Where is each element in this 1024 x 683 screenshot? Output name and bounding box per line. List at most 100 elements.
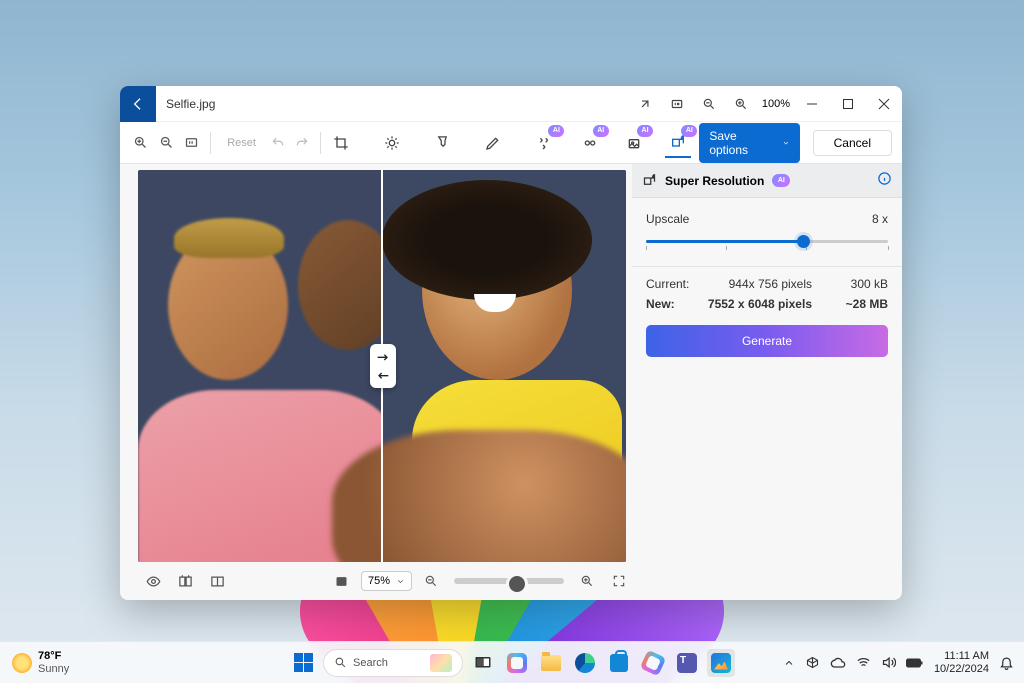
onedrive-icon[interactable] bbox=[805, 655, 820, 670]
notifications-icon[interactable] bbox=[999, 655, 1014, 670]
upscale-value: 8 x bbox=[872, 212, 888, 226]
edge-button[interactable] bbox=[571, 649, 599, 677]
markup-icon[interactable] bbox=[481, 128, 506, 158]
taskbar: 78°F Sunny Search 11:11 AM 10/22/2024 bbox=[0, 641, 1024, 683]
background-toggle-icon[interactable] bbox=[329, 568, 355, 594]
battery-icon[interactable] bbox=[906, 657, 924, 669]
current-size: 300 kB bbox=[836, 277, 888, 291]
compare-icon[interactable] bbox=[172, 568, 198, 594]
zoom-value-label: 75% bbox=[368, 575, 390, 587]
condition-label: Sunny bbox=[38, 663, 69, 675]
erase-icon[interactable]: AI bbox=[532, 128, 558, 158]
save-options-button[interactable]: Save options bbox=[699, 123, 799, 163]
titlebar: Selfie.jpg 100% bbox=[120, 86, 902, 122]
fit-screen-icon[interactable] bbox=[630, 89, 660, 119]
sun-icon bbox=[12, 653, 32, 673]
clock[interactable]: 11:11 AM 10/22/2024 bbox=[934, 650, 989, 675]
search-highlight-icon bbox=[430, 654, 452, 672]
ai-badge: AI bbox=[637, 125, 653, 137]
swap-arrows-icon bbox=[375, 354, 391, 366]
new-label: New: bbox=[646, 297, 706, 311]
zoom-in-tool-icon[interactable] bbox=[130, 130, 151, 156]
content-area: 75% Super Resolution AI Upscale 8 x bbox=[120, 164, 902, 600]
filter-icon[interactable] bbox=[430, 128, 455, 158]
fit-tool-icon[interactable] bbox=[181, 130, 202, 156]
panel-title: Super Resolution bbox=[665, 174, 764, 188]
time-label: 11:11 AM bbox=[934, 650, 989, 663]
volume-icon[interactable] bbox=[881, 655, 896, 670]
back-button[interactable] bbox=[120, 86, 156, 122]
zoom-slider[interactable] bbox=[454, 578, 564, 584]
taskbar-center: Search bbox=[289, 649, 735, 677]
panel-header: Super Resolution AI bbox=[632, 164, 902, 198]
maximize-button[interactable] bbox=[830, 89, 866, 119]
start-button[interactable] bbox=[289, 649, 317, 677]
crop-icon[interactable] bbox=[328, 128, 353, 158]
search-placeholder: Search bbox=[353, 657, 388, 669]
photos-app-window: Selfie.jpg 100% Reset bbox=[120, 86, 902, 600]
zoom-percent-label: 100% bbox=[758, 98, 794, 110]
chevron-down-icon bbox=[782, 138, 790, 148]
weather-widget[interactable]: 78°F Sunny bbox=[12, 650, 69, 674]
restyle-icon[interactable]: AI bbox=[621, 128, 647, 158]
chevron-down-icon bbox=[396, 577, 405, 586]
upscale-slider[interactable] bbox=[646, 232, 888, 250]
ai-badge: AI bbox=[772, 174, 790, 187]
upscale-slider-thumb[interactable] bbox=[797, 235, 810, 248]
search-icon bbox=[334, 656, 347, 669]
cancel-button[interactable]: Cancel bbox=[813, 130, 892, 156]
zoom-in-icon[interactable] bbox=[726, 89, 756, 119]
wifi-icon[interactable] bbox=[856, 655, 871, 670]
split-view-icon[interactable] bbox=[204, 568, 230, 594]
zoom-out-tool-icon[interactable] bbox=[155, 130, 176, 156]
copilot-app-button[interactable] bbox=[639, 649, 667, 677]
zoom-in-canvas-icon[interactable] bbox=[574, 568, 600, 594]
swap-arrows-icon bbox=[375, 367, 391, 379]
zoom-out-icon[interactable] bbox=[694, 89, 724, 119]
temperature-label: 78°F bbox=[38, 650, 69, 662]
image-canvas[interactable] bbox=[138, 170, 626, 562]
cloud-icon[interactable] bbox=[830, 655, 846, 671]
copilot-button[interactable] bbox=[503, 649, 531, 677]
generate-button[interactable]: Generate bbox=[646, 325, 888, 357]
photos-button[interactable] bbox=[707, 649, 735, 677]
ai-badge: AI bbox=[681, 125, 697, 137]
info-icon[interactable] bbox=[877, 171, 892, 191]
file-explorer-button[interactable] bbox=[537, 649, 565, 677]
store-button[interactable] bbox=[605, 649, 633, 677]
redo-icon[interactable] bbox=[292, 130, 312, 156]
actual-size-icon[interactable] bbox=[662, 89, 692, 119]
super-resolution-icon[interactable]: AI bbox=[665, 128, 691, 158]
panel-body: Upscale 8 x Current: 944x 756 pixels 300… bbox=[632, 198, 902, 357]
background-blur-icon[interactable]: AI bbox=[576, 128, 602, 158]
compare-handle[interactable] bbox=[370, 344, 396, 388]
adjust-icon[interactable] bbox=[379, 128, 404, 158]
minimize-button[interactable] bbox=[794, 89, 830, 119]
teams-button[interactable] bbox=[673, 649, 701, 677]
edit-toolbar: Reset AI AI AI AI Save bbox=[120, 122, 902, 164]
super-resolution-panel: Super Resolution AI Upscale 8 x Current: bbox=[632, 164, 902, 600]
undo-icon[interactable] bbox=[268, 130, 288, 156]
ai-badge: AI bbox=[593, 125, 609, 137]
ai-badge: AI bbox=[548, 125, 564, 137]
compare-after-side bbox=[382, 170, 626, 562]
tray-overflow-icon[interactable] bbox=[783, 657, 795, 669]
separator bbox=[632, 266, 902, 267]
canvas-bottom-controls: 75% bbox=[138, 562, 632, 600]
task-view-button[interactable] bbox=[469, 649, 497, 677]
save-options-label: Save options bbox=[709, 129, 764, 157]
visibility-icon[interactable] bbox=[140, 568, 166, 594]
zoom-dropdown[interactable]: 75% bbox=[361, 571, 412, 591]
zoom-slider-thumb[interactable] bbox=[506, 573, 528, 595]
close-button[interactable] bbox=[866, 89, 902, 119]
new-dimensions: 7552 x 6048 pixels bbox=[706, 297, 836, 311]
current-label: Current: bbox=[646, 277, 706, 291]
zoom-out-canvas-icon[interactable] bbox=[418, 568, 444, 594]
system-tray: 11:11 AM 10/22/2024 bbox=[783, 650, 1014, 675]
separator bbox=[210, 132, 211, 154]
upscale-label: Upscale bbox=[646, 212, 689, 226]
fullscreen-icon[interactable] bbox=[606, 568, 632, 594]
search-box[interactable]: Search bbox=[323, 649, 463, 677]
reset-button[interactable]: Reset bbox=[219, 133, 264, 153]
editor-pane: 75% bbox=[120, 164, 632, 600]
